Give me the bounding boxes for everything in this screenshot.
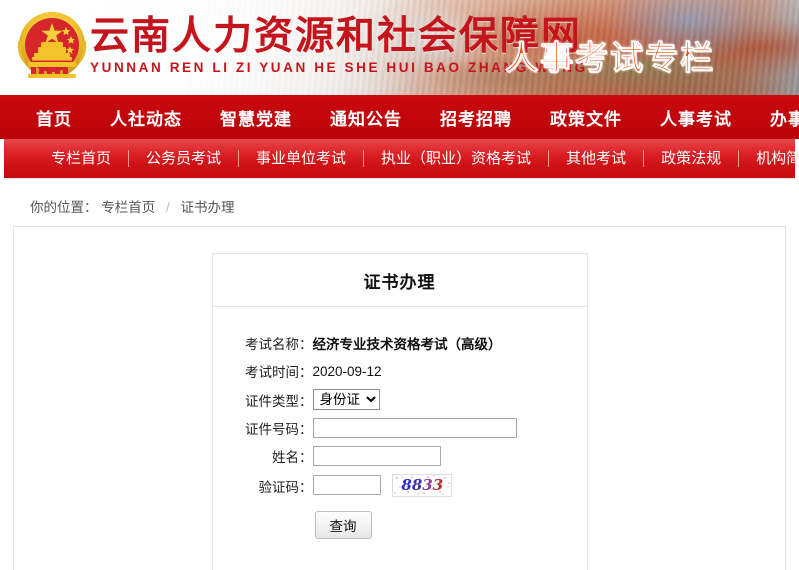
breadcrumb-separator: / [166, 200, 170, 215]
subnav-item-column-home[interactable]: 专栏首页 [34, 150, 130, 167]
row-exam-time: 考试时间： 2020-09-12 [221, 357, 517, 385]
captcha-code-text: 8833 [401, 476, 444, 494]
row-id-type: 证件类型： 身份证 [221, 385, 517, 414]
page-root: 云南人力资源和社会保障网 YUNNAN REN LI ZI YUAN HE SH… [0, 0, 799, 570]
row-name: 姓名： [221, 442, 517, 470]
sub-navigation[interactable]: 专栏首页 公务员考试 事业单位考试 执业（职业）资格考试 其他考试 政策法规 机… [4, 139, 795, 178]
label-name: 姓名： [272, 450, 313, 465]
id-type-select[interactable]: 身份证 [312, 389, 380, 410]
certificate-form-table: 考试名称： 经济专业技术资格考试（高级） 考试时间： 2020-09-12 证件… [221, 329, 517, 543]
breadcrumb: 你的位置： 专栏首页 / 证书办理 [0, 184, 799, 226]
form-card-title: 证书办理 [212, 254, 587, 307]
label-captcha: 验证码： [258, 479, 313, 495]
sub-navigation-wrapper: 专栏首页 公务员考试 事业单位考试 执业（职业）资格考试 其他考试 政策法规 机… [0, 139, 799, 184]
value-exam-time: 2020-09-12 [312, 363, 382, 379]
row-id-number: 证件号码： [221, 414, 517, 442]
nav-item-guide[interactable]: 办事指南 [770, 105, 799, 130]
nav-item-party[interactable]: 智慧党建 [220, 105, 292, 130]
value-exam-name: 经济专业技术资格考试（高级） [312, 337, 502, 352]
national-emblem-icon [17, 12, 87, 78]
nav-item-home[interactable]: 首页 [36, 105, 72, 130]
form-body: 考试名称： 经济专业技术资格考试（高级） 考试时间： 2020-09-12 证件… [213, 307, 587, 570]
subnav-item-about[interactable]: 机构简介 [739, 150, 795, 167]
site-header: 云南人力资源和社会保障网 YUNNAN REN LI ZI YUAN HE SH… [0, 0, 799, 95]
breadcrumb-prefix: 你的位置： [30, 200, 98, 215]
label-id-number: 证件号码： [245, 422, 313, 437]
content-panel: 证书办理 考试名称： 经济专业技术资格考试（高级） 考试时间： 2020-09-… [13, 226, 786, 570]
breadcrumb-link-home[interactable]: 专栏首页 [101, 200, 155, 215]
main-navigation[interactable]: 首页 人社动态 智慧党建 通知公告 招考招聘 政策文件 人事考试 办事指南 组织… [0, 95, 799, 139]
captcha-image[interactable]: 8833 [392, 474, 453, 497]
nav-item-recruitment[interactable]: 招考招聘 [440, 105, 512, 130]
row-exam-name: 考试名称： 经济专业技术资格考试（高级） [221, 329, 517, 357]
label-exam-name: 考试名称： [245, 337, 313, 352]
subnav-item-professional-qualification[interactable]: 执业（职业）资格考试 [364, 150, 550, 167]
subnav-item-other-exams[interactable]: 其他考试 [549, 150, 645, 167]
label-id-type: 证件类型： [245, 393, 313, 409]
id-number-input[interactable] [312, 418, 517, 438]
nav-item-policies[interactable]: 政策文件 [550, 105, 622, 130]
nav-item-news[interactable]: 人社动态 [110, 105, 182, 130]
subnav-item-public-institution[interactable]: 事业单位考试 [239, 150, 365, 167]
site-title-block: 云南人力资源和社会保障网 YUNNAN REN LI ZI YUAN HE SH… [90, 13, 588, 76]
name-input[interactable] [312, 446, 441, 466]
query-button[interactable]: 查询 [314, 511, 372, 539]
row-captcha: 验证码： 8833 [221, 470, 517, 501]
subnav-item-civil-servant[interactable]: 公务员考试 [129, 150, 240, 167]
column-title: 人事考试专栏 [505, 38, 715, 78]
nav-item-notices[interactable]: 通知公告 [330, 105, 402, 130]
certificate-form-card: 证书办理 考试名称： 经济专业技术资格考试（高级） 考试时间： 2020-09-… [211, 253, 588, 570]
label-exam-time: 考试时间： [245, 365, 313, 380]
nav-item-exams[interactable]: 人事考试 [660, 105, 732, 130]
breadcrumb-current: 证书办理 [180, 200, 235, 215]
site-subtitle-pinyin: YUNNAN REN LI ZI YUAN HE SHE HUI BAO ZHA… [90, 60, 588, 76]
subnav-item-regulations[interactable]: 政策法规 [644, 150, 740, 167]
row-submit: 查询 [221, 501, 517, 543]
captcha-input[interactable] [312, 475, 381, 496]
site-title: 云南人力资源和社会保障网 [90, 13, 583, 59]
